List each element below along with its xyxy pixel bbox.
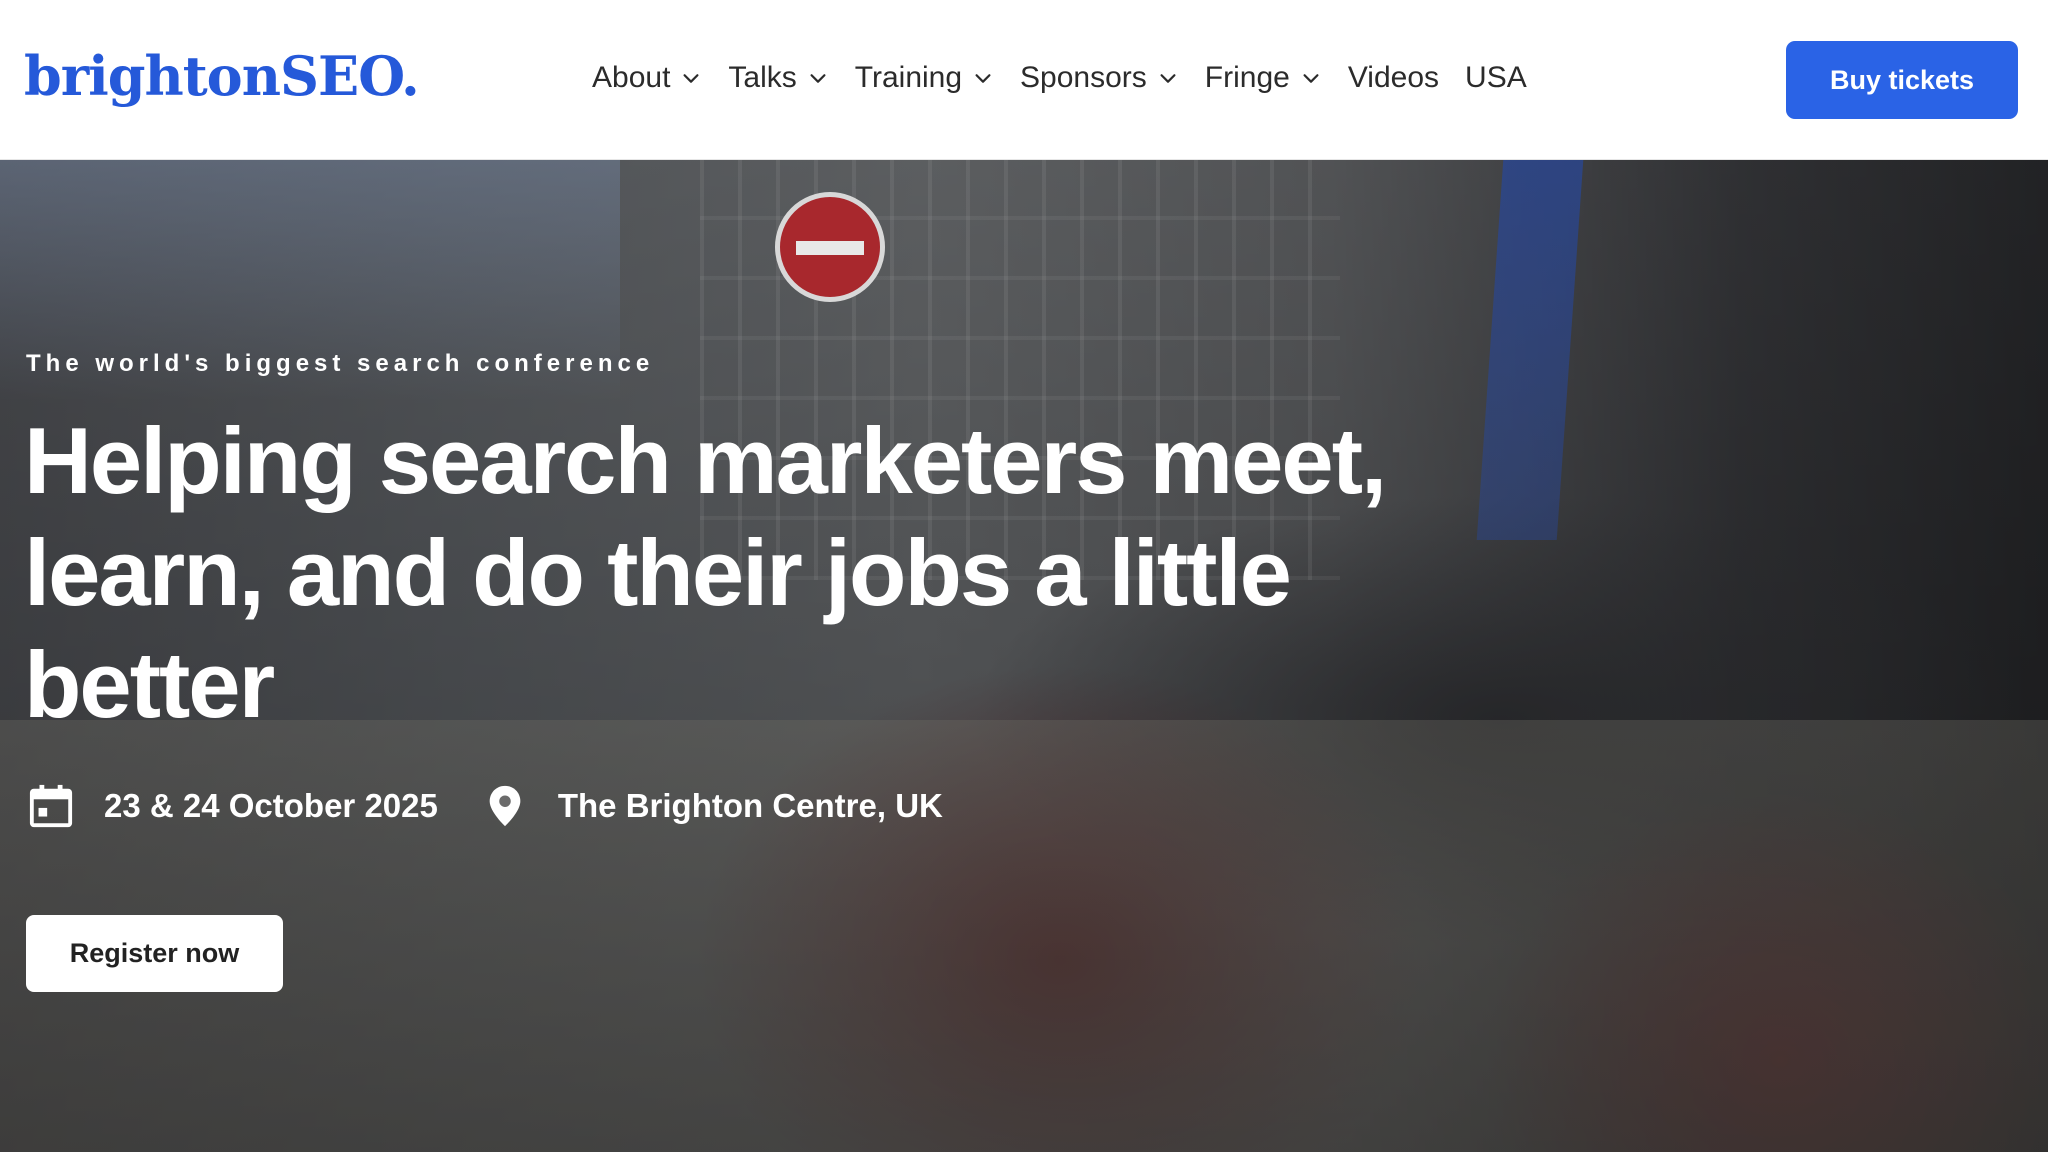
banner-flag-image [1476,160,1584,540]
buy-tickets-button[interactable]: Buy tickets [1786,41,2018,119]
nav-item-label: Talks [728,61,797,94]
brightonseo-logo[interactable]: brightonSEO. [24,40,420,112]
nav-item-about[interactable]: About [592,61,702,95]
nav-item-label: Fringe [1204,61,1290,94]
event-location: The Brighton Centre, UK [482,783,943,829]
event-date: 23 & 24 October 2025 [28,783,438,829]
hero-eyebrow: The world's biggest search conference [26,350,655,377]
nav-item-sponsors[interactable]: Sponsors [1020,61,1179,95]
chevron-down-icon [810,74,826,83]
hero-title: Helping search marketers meet, learn, an… [24,408,1387,737]
nav-item-label: Sponsors [1020,61,1147,94]
chevron-down-icon [683,74,699,83]
nav-item-videos[interactable]: Videos [1348,61,1439,95]
nav-item-label: Videos [1347,61,1440,94]
event-details: 23 & 24 October 2025 The Brighton Centre… [28,776,959,836]
event-location-text: The Brighton Centre, UK [557,787,943,824]
site-header: brightonSEO. About Talks Training Sponso… [0,0,2048,160]
no-entry-sign-image [775,192,885,302]
chevron-down-icon [1160,74,1176,83]
main-nav: About Talks Training Sponsors Fringe Vid… [592,52,1527,104]
nav-item-label: Training [854,61,963,94]
nav-item-fringe[interactable]: Fringe [1205,61,1322,95]
nav-item-label: About [592,61,671,94]
calendar-icon [29,784,73,828]
chevron-down-icon [1303,74,1319,83]
nav-item-usa[interactable]: USA [1465,61,1527,95]
event-date-text: 23 & 24 October 2025 [104,787,438,824]
nav-item-training[interactable]: Training [855,61,994,95]
chevron-down-icon [975,74,991,83]
nav-item-label: USA [1465,61,1527,94]
map-pin-icon [489,785,521,827]
hero-section: The world's biggest search conference He… [0,160,2048,1152]
register-now-button[interactable]: Register now [26,915,283,992]
nav-item-talks[interactable]: Talks [728,61,828,95]
